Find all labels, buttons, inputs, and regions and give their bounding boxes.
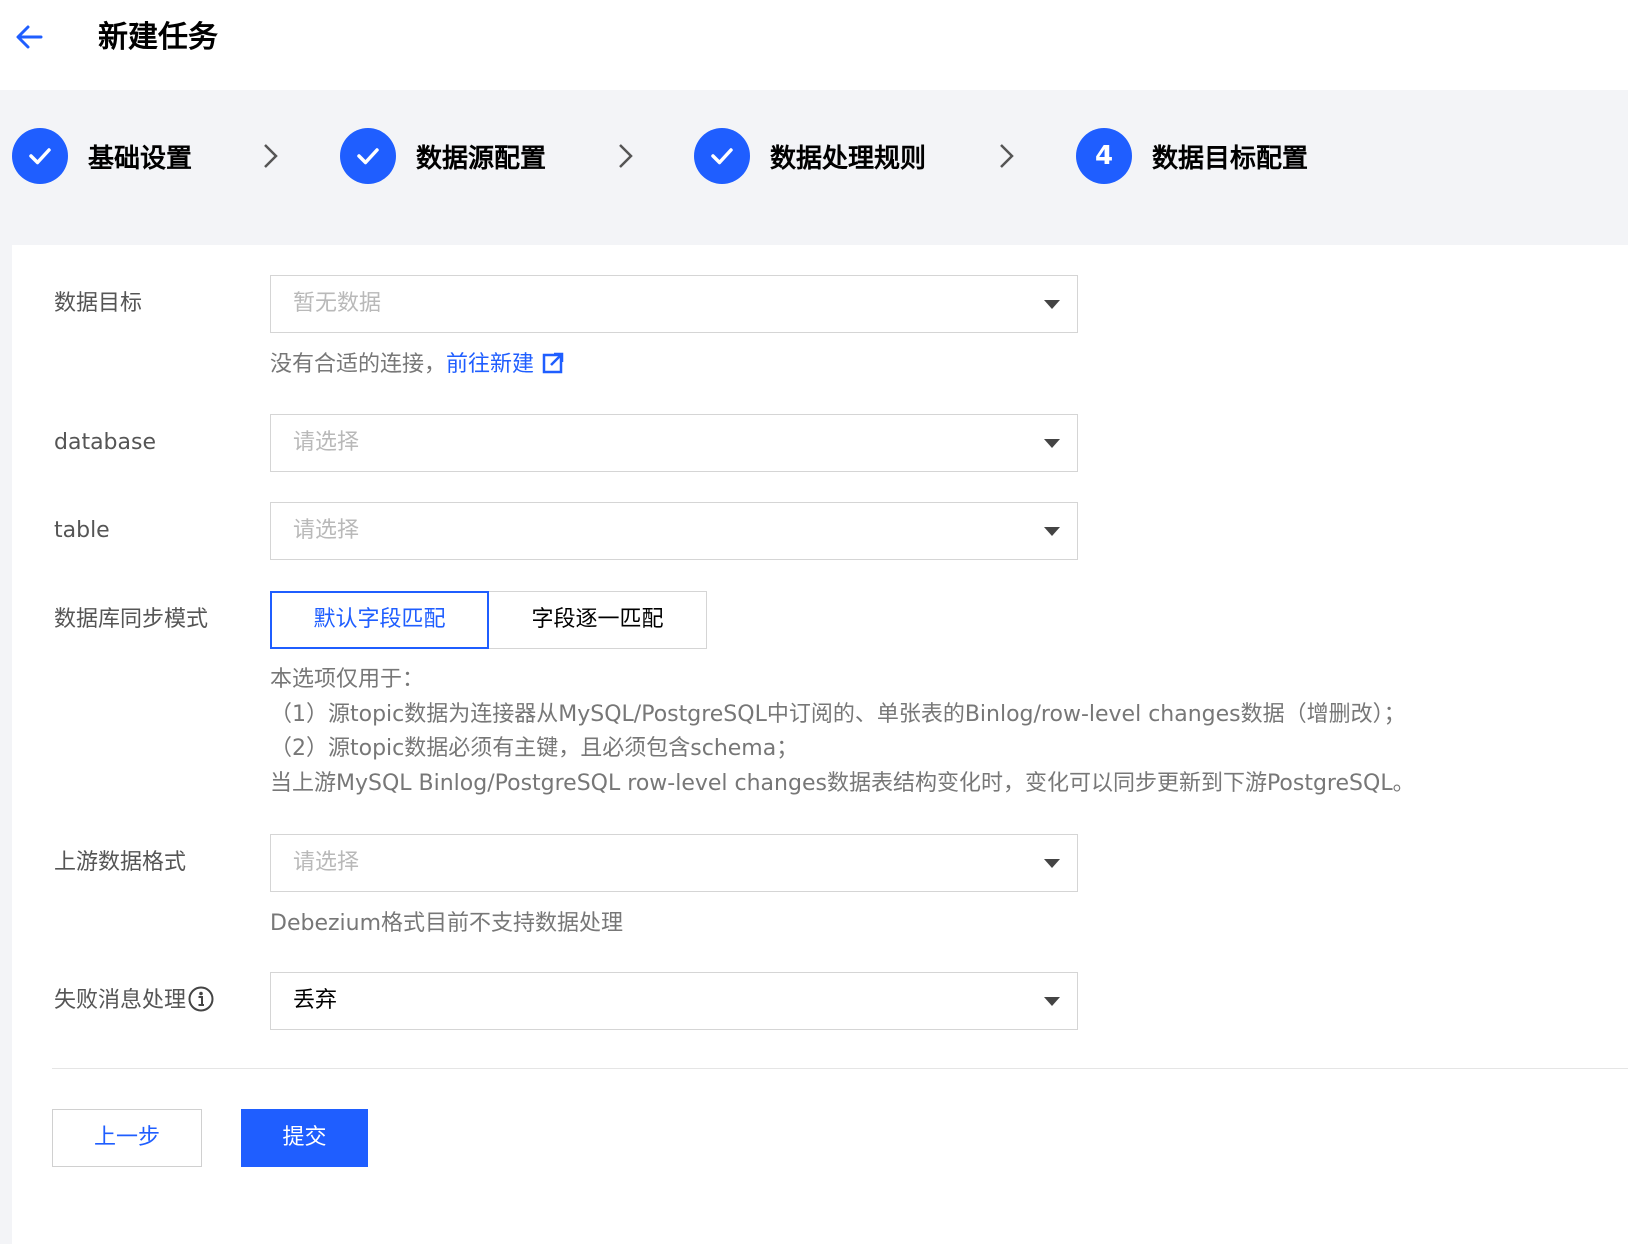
upstream-format-hint: Debezium格式目前不支持数据处理 (270, 911, 624, 936)
select-placeholder: 请选择 (293, 850, 360, 875)
step-done-circle (12, 128, 68, 184)
sync-mode-segmented: 默认字段匹配 字段逐一匹配 (270, 591, 707, 649)
database-select[interactable]: 请选择 (270, 414, 1078, 472)
step-label: 数据处理规则 (770, 143, 927, 174)
step-processing-rules: 数据处理规则 (694, 128, 926, 184)
step-done-circle (694, 128, 750, 184)
table-label: table (54, 518, 110, 543)
page-title: 新建任务 (98, 20, 218, 55)
step-number-circle: 4 (1076, 128, 1132, 184)
database-label: database (54, 430, 156, 455)
failure-handling-select[interactable]: 丢弃 (270, 972, 1078, 1030)
caret-down-icon (1044, 859, 1060, 868)
select-placeholder: 请选择 (293, 518, 360, 543)
table-select[interactable]: 请选择 (270, 502, 1078, 560)
step-indicator: 基础设置 数据源配置 数据处理规则 4 数据目标配置 (0, 90, 1628, 245)
select-value: 丢弃 (293, 988, 338, 1013)
hint-text: 没有合适的连接， (270, 352, 447, 377)
step-target-config: 4 数据目标配置 (1076, 128, 1308, 184)
sync-mode-description: 本选项仅用于： （1）源topic数据为连接器从MySQL/PostgreSQL… (270, 663, 1415, 801)
sync-mode-label: 数据库同步模式 (54, 607, 209, 632)
failure-handling-label: 失败消息处理 (54, 986, 214, 1016)
sync-mode-field-by-field-button[interactable]: 字段逐一匹配 (489, 591, 707, 649)
caret-down-icon (1044, 997, 1060, 1006)
target-label: 数据目标 (54, 291, 143, 316)
check-icon (711, 148, 733, 165)
target-select[interactable]: 暂无数据 (270, 275, 1078, 333)
description-line: 当上游MySQL Binlog/PostgreSQL row-level cha… (270, 770, 1415, 796)
step-data-source: 数据源配置 (340, 128, 546, 184)
target-hint: 没有合适的连接，前往新建 (270, 350, 564, 380)
description-line: （1）源topic数据为连接器从MySQL/PostgreSQL中订阅的、单张表… (270, 701, 1406, 727)
step-label: 基础设置 (88, 143, 193, 174)
submit-button[interactable]: 提交 (241, 1109, 368, 1167)
check-icon (357, 148, 379, 165)
footer-divider (52, 1068, 1628, 1069)
previous-step-button[interactable]: 上一步 (52, 1109, 202, 1167)
form-card: 数据目标 暂无数据 没有合适的连接，前往新建 database 请选择 tabl… (12, 245, 1628, 1244)
chevron-right-icon (264, 144, 278, 168)
step-done-circle (340, 128, 396, 184)
caret-down-icon (1044, 527, 1060, 536)
caret-down-icon (1044, 300, 1060, 309)
arrow-left-icon[interactable] (14, 22, 44, 52)
create-connection-link[interactable]: 前往新建 (446, 352, 534, 377)
upstream-format-label: 上游数据格式 (54, 850, 187, 875)
sync-mode-default-button[interactable]: 默认字段匹配 (270, 591, 489, 649)
caret-down-icon (1044, 439, 1060, 448)
select-placeholder: 暂无数据 (293, 291, 382, 316)
upstream-format-select[interactable]: 请选择 (270, 834, 1078, 892)
external-link-icon[interactable] (542, 352, 564, 374)
description-line: 本选项仅用于： (270, 667, 425, 692)
chevron-right-icon (619, 144, 633, 168)
top-bar: 新建任务 (0, 0, 1628, 90)
step-label: 数据目标配置 (1152, 143, 1309, 174)
step-label: 数据源配置 (416, 143, 547, 174)
step-basic-settings: 基础设置 (12, 128, 192, 184)
select-placeholder: 请选择 (293, 430, 360, 455)
check-icon (29, 148, 51, 165)
failure-handling-label-text: 失败消息处理 (54, 988, 187, 1013)
description-line: （2）源topic数据必须有主键，且必须包含schema； (270, 736, 799, 761)
chevron-right-icon (1000, 144, 1014, 168)
info-icon[interactable] (188, 986, 214, 1012)
